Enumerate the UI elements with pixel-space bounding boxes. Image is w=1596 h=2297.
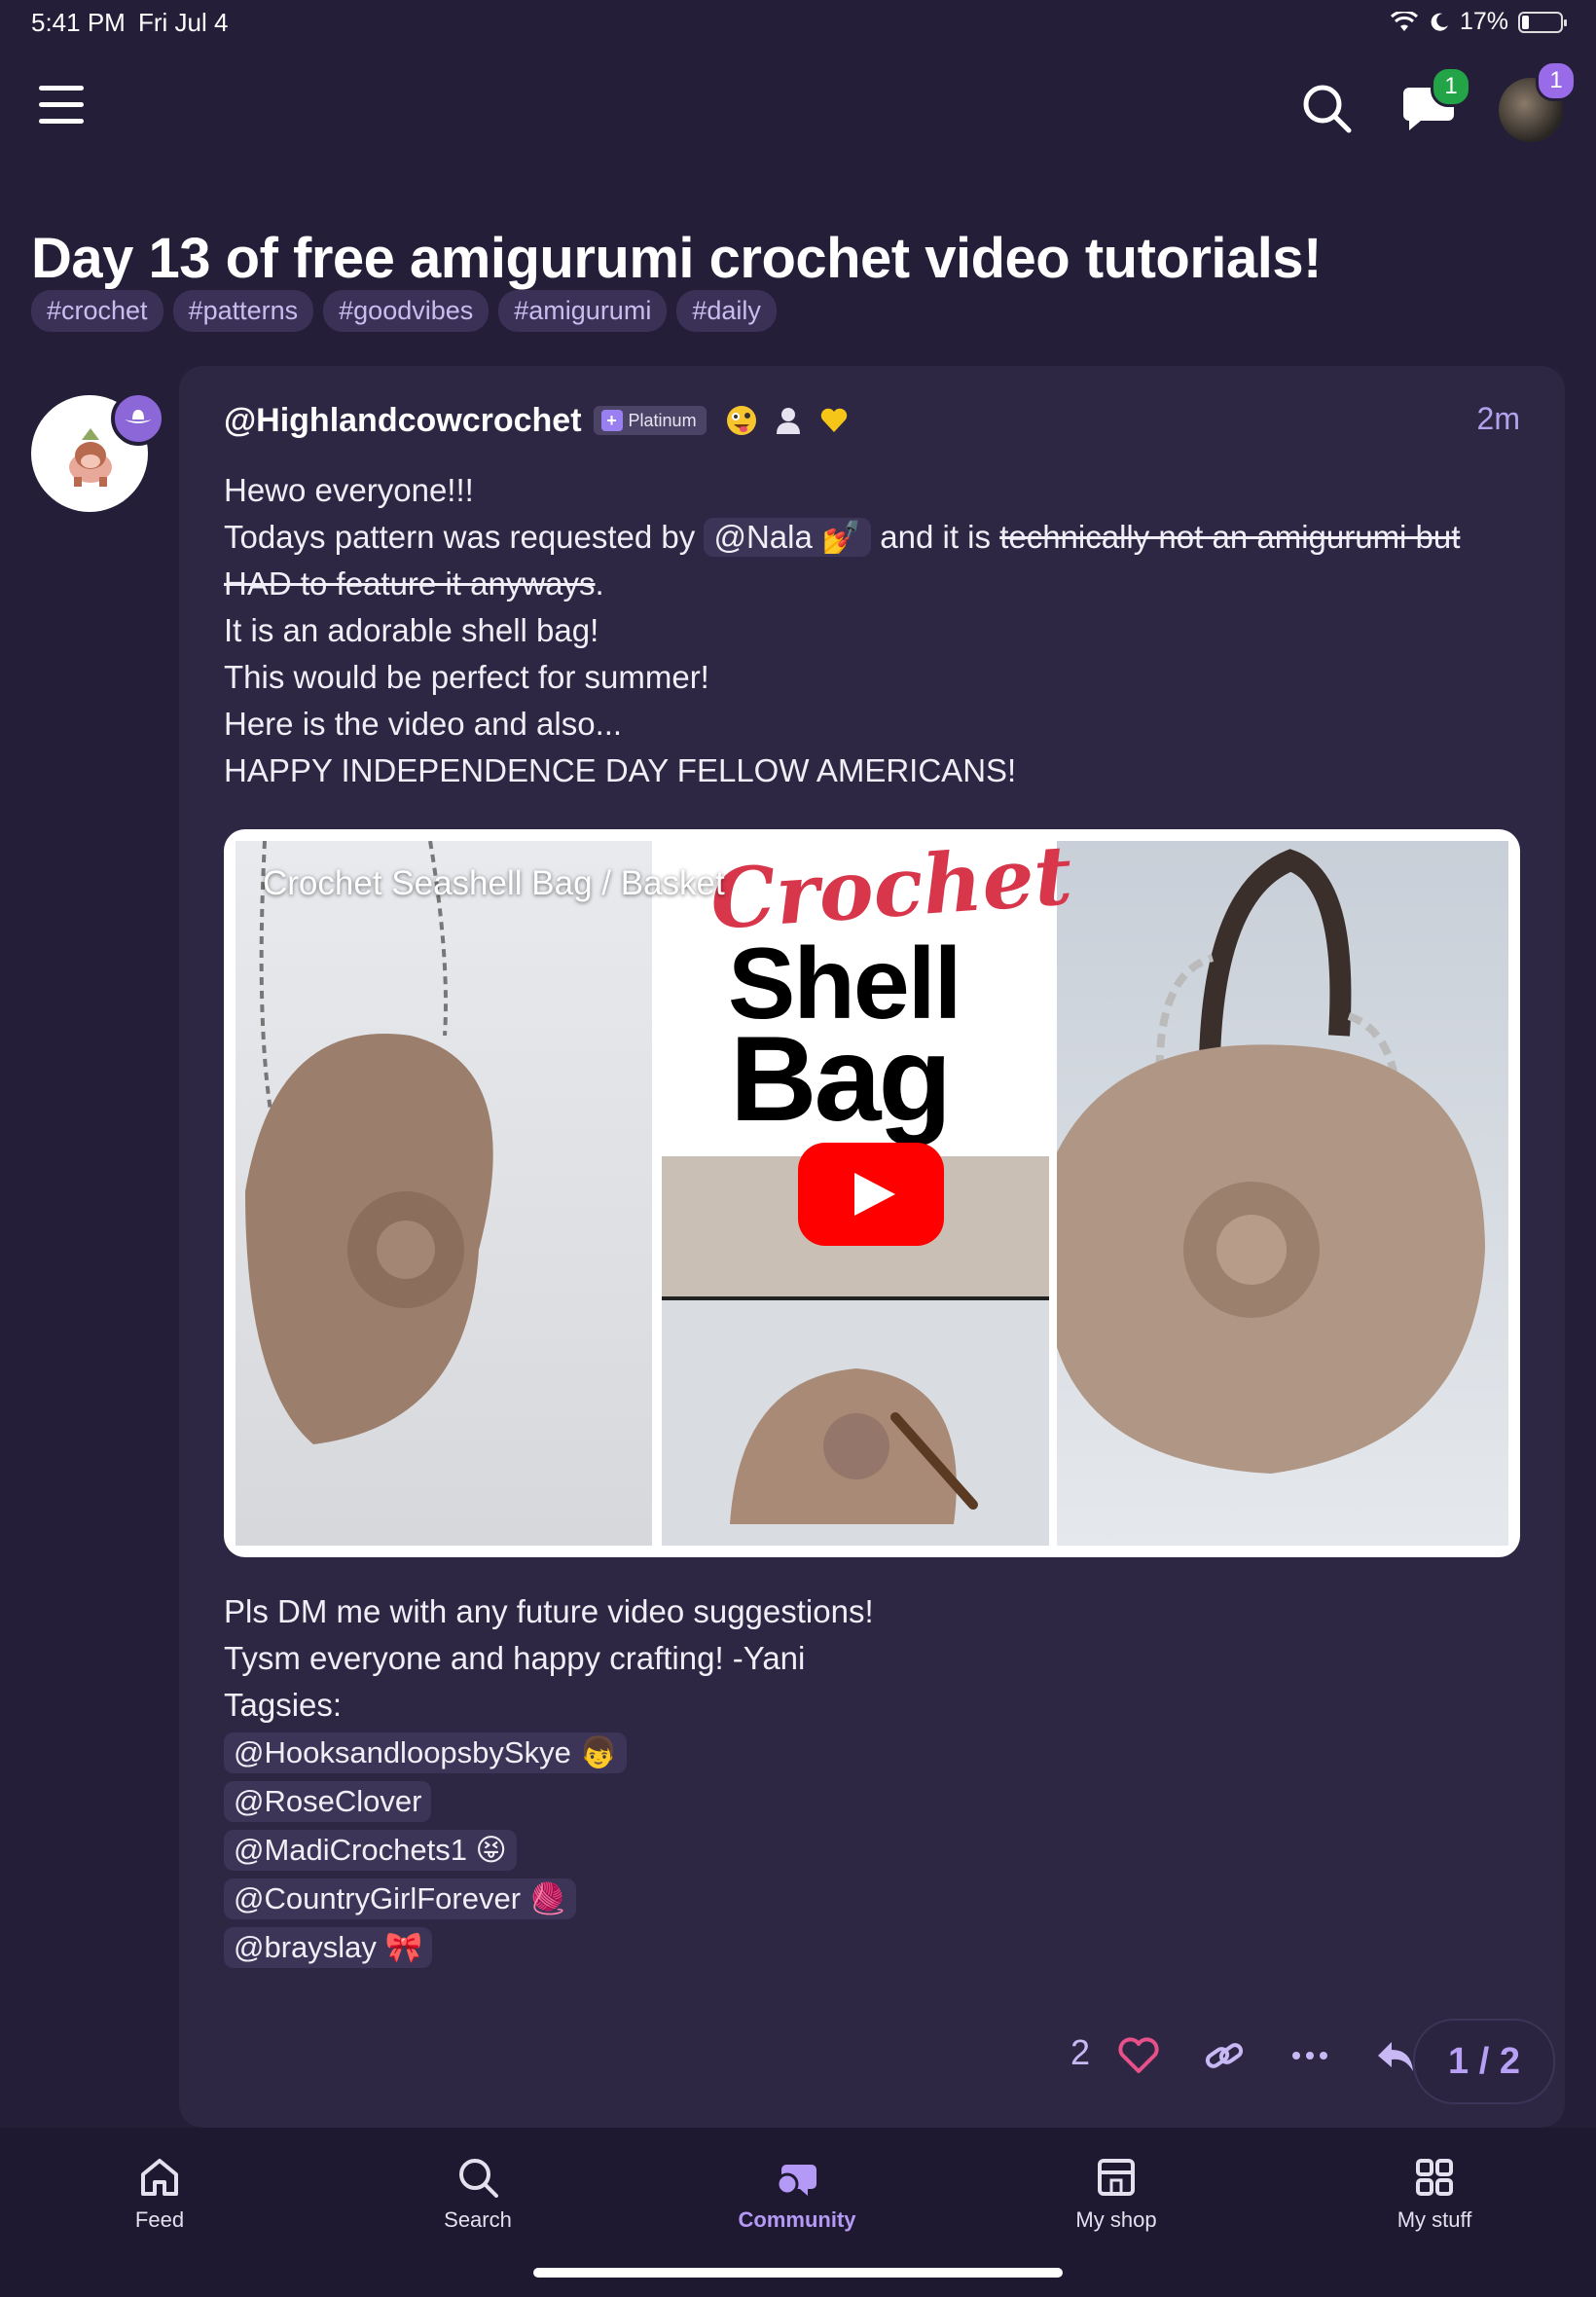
search-icon — [459, 2159, 498, 2198]
nav-label: Feed — [134, 2207, 185, 2232]
mention-link[interactable]: @RoseClover — [224, 1781, 432, 1822]
video-thumb-mid-bottom — [662, 1300, 1049, 1546]
body-line: Pls DM me with any future video suggesti… — [224, 1593, 874, 1629]
post-body: Hewo everyone!!! Todays pattern was requ… — [224, 467, 1528, 794]
community-icon — [776, 2165, 816, 2196]
nav-label: My shop — [1075, 2207, 1157, 2232]
menu-icon[interactable] — [39, 86, 84, 132]
body-line: It is an adorable shell bag! — [224, 612, 599, 648]
nav-feed[interactable]: Feed — [62, 2155, 257, 2233]
body-text-fragment: . — [595, 565, 604, 602]
thumbnail-bag-text: Bag — [730, 1012, 952, 1147]
body-line: Tagsies: — [224, 1687, 343, 1723]
video-thumb-left — [236, 840, 654, 1546]
heart-icon[interactable] — [1117, 2036, 1160, 2075]
yellow-heart-icon — [820, 408, 847, 432]
mention-list: @HooksandloopsbySkye 👦 @RoseClover @Madi… — [224, 1732, 628, 1968]
platinum-badge: + Platinum — [593, 406, 707, 435]
nav-label: Community — [738, 2207, 856, 2232]
nav-label: Search — [444, 2207, 512, 2232]
nav-my-stuff[interactable]: My stuff — [1337, 2155, 1532, 2233]
tag-chip[interactable]: #crochet — [31, 290, 163, 332]
status-right: 17% — [1390, 8, 1567, 36]
post-timestamp: 2m — [1476, 401, 1520, 436]
chat-badge: 1 — [1431, 66, 1471, 107]
page-indicator[interactable]: 1 / 2 — [1413, 2019, 1555, 2104]
battery-icon — [1518, 11, 1567, 33]
body-line: Hewo everyone!!! — [224, 472, 474, 508]
battery-percent: 17% — [1459, 8, 1508, 35]
moon-icon — [1431, 13, 1448, 31]
like-count: 2 — [1070, 2032, 1091, 2072]
mention-link[interactable]: @MadiCrochets1 😝 — [224, 1830, 517, 1871]
home-indicator[interactable] — [533, 2268, 1063, 2278]
author-username[interactable]: @Highlandcowcrochet — [224, 402, 582, 440]
platinum-icon: + — [600, 410, 623, 431]
tag-chip[interactable]: #goodvibes — [323, 290, 490, 332]
search-icon[interactable] — [1300, 82, 1353, 134]
silly-face-emoji — [726, 406, 756, 435]
status-date: Fri Jul 4 — [138, 8, 229, 37]
body-text-fragment: and it is — [880, 519, 992, 555]
cowboy-hat-icon — [111, 391, 165, 446]
mention-link[interactable]: @brayslay 🎀 — [224, 1927, 433, 1968]
mention-link[interactable]: @Nala 💅 — [704, 518, 872, 557]
top-bar: 1 1 — [0, 58, 1596, 165]
body-line: This would be perfect for summer! — [224, 659, 709, 695]
body-line: Here is the video and also... — [224, 706, 623, 742]
tag-chip[interactable]: #patterns — [172, 290, 314, 332]
nav-search[interactable]: Search — [381, 2155, 575, 2233]
author-avatar[interactable] — [31, 391, 165, 512]
post-actions: 2 1 / 2 — [179, 2019, 1565, 2104]
video-thumb-right — [1057, 841, 1508, 1546]
profile-badge: 1 — [1536, 60, 1577, 101]
more-icon[interactable] — [1288, 2036, 1331, 2075]
grid-icon — [1416, 2159, 1453, 2196]
link-icon[interactable] — [1203, 2036, 1246, 2075]
wifi-icon — [1390, 11, 1418, 31]
body-line: HAPPY INDEPENDENCE DAY FELLOW AMERICANS! — [224, 752, 1017, 788]
post-header: @Highlandcowcrochet + Platinum 2m — [224, 391, 1520, 450]
author-flair — [726, 405, 849, 436]
video-embed[interactable]: Crochet Shell Bag Crochet Seashell Bag /… — [224, 829, 1520, 1557]
shop-icon — [1098, 2159, 1135, 2196]
home-icon — [141, 2159, 178, 2196]
highland-cow-icon — [69, 428, 112, 487]
post-title: Day 13 of free amigurumi crochet video t… — [31, 227, 1322, 290]
tag-list: #crochet #patterns #goodvibes #amigurumi… — [31, 290, 777, 332]
body-text-fragment: Todays pattern was requested by — [224, 519, 696, 555]
nav-my-shop[interactable]: My shop — [1019, 2155, 1214, 2233]
reply-icon[interactable] — [1374, 2036, 1417, 2075]
status-time: 5:41 PM — [31, 8, 126, 37]
tag-chip[interactable]: #amigurumi — [498, 290, 668, 332]
video-title: Crochet Seashell Bag / Basket — [263, 864, 725, 902]
nav-label: My stuff — [1396, 2207, 1472, 2232]
play-button[interactable] — [798, 1143, 944, 1246]
nav-community[interactable]: Community — [700, 2155, 894, 2233]
body-line: Tysm everyone and happy crafting! -Yani — [224, 1640, 806, 1676]
mention-link[interactable]: @CountryGirlForever 🧶 — [224, 1878, 577, 1919]
platinum-label: Platinum — [628, 410, 697, 430]
tag-chip[interactable]: #daily — [676, 290, 777, 332]
person-icon — [776, 408, 800, 434]
status-bar: 5:41 PM Fri Jul 4 17% — [0, 0, 1596, 47]
body-line: Todays pattern was requested by @Nala 💅 … — [224, 514, 1528, 607]
mention-link[interactable]: @HooksandloopsbySkye 👦 — [224, 1732, 628, 1773]
post-footer-text: Pls DM me with any future video suggesti… — [224, 1588, 1489, 1729]
post-card: @Highlandcowcrochet + Platinum 2m Hewo e… — [179, 366, 1565, 2128]
